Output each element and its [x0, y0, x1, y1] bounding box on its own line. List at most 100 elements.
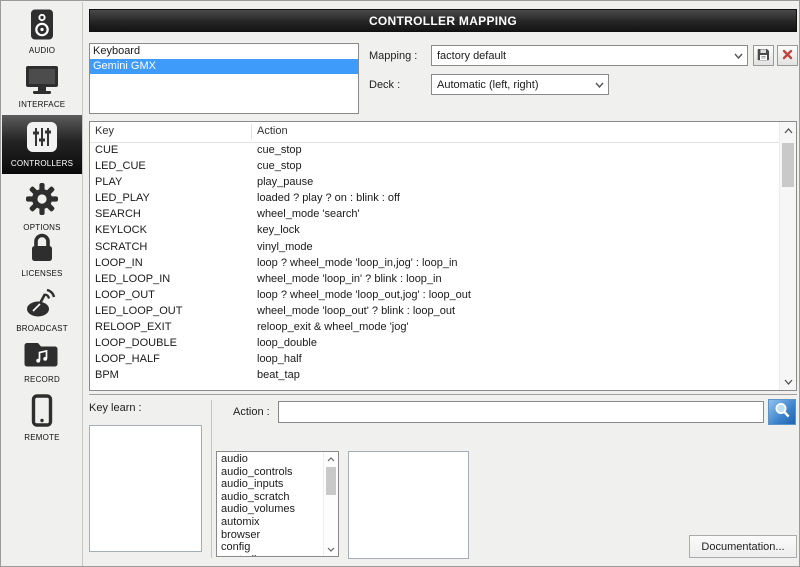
table-row[interactable]: KEYLOCKkey_lock [90, 222, 779, 238]
row-key: BPM [95, 367, 119, 383]
sidebar-item-licenses[interactable]: LICENSES [2, 233, 82, 278]
action-label: Action : [233, 406, 270, 418]
delete-mapping-button[interactable] [777, 45, 798, 66]
sidebar-item-label: RECORD [24, 375, 60, 384]
row-key: LOOP_DOUBLE [95, 335, 177, 351]
chevron-down-icon [734, 50, 743, 62]
deck-dropdown[interactable]: Automatic (left, right) [431, 74, 609, 95]
row-action: wheel_mode 'loop_in' ? blink : loop_in [257, 271, 442, 287]
action-sublist[interactable] [348, 451, 469, 559]
row-key: RELOOP_EXIT [95, 319, 171, 335]
scroll-down-icon[interactable] [780, 373, 796, 390]
scrollbar-thumb[interactable] [326, 467, 336, 495]
table-body: CUE cue_stop LED_CUE cue_stop PLAY play_pau… [90, 142, 779, 390]
row-action: loaded ? play ? on : blink : off [257, 190, 400, 206]
sidebar-item-label: REMOTE [24, 433, 59, 442]
table-row[interactable]: BPMbeat_tap [90, 367, 779, 383]
table-scrollbar[interactable] [779, 122, 796, 390]
row-key: LED_LOOP_IN [95, 271, 170, 287]
mapping-dropdown[interactable]: factory default [431, 45, 748, 66]
table-row[interactable]: LED_PLAY loaded ? play ? on : blink : off [90, 190, 779, 206]
scroll-up-icon[interactable] [780, 122, 796, 139]
sidebar-item-label: AUDIO [29, 46, 55, 55]
category-item[interactable]: audio [217, 453, 323, 466]
category-item[interactable]: config [217, 541, 323, 554]
save-mapping-button[interactable] [753, 45, 774, 66]
table-row[interactable]: SEARCHwheel_mode 'search' [90, 206, 779, 222]
sidebar-item-record[interactable]: RECORD [2, 340, 82, 384]
row-action: vinyl_mode [257, 239, 313, 255]
sidebar-item-audio[interactable]: AUDIO [2, 9, 82, 55]
key-learn-label: Key learn : [89, 402, 142, 414]
category-item[interactable]: controller [217, 554, 323, 556]
broadcast-antenna-icon [24, 286, 60, 321]
row-key: LED_CUE [95, 158, 146, 174]
table-row[interactable]: LED_CUE cue_stop [90, 158, 779, 174]
scrollbar-thumb[interactable] [782, 143, 794, 187]
settings-sidebar: AUDIO INTERFACE CONTROLLERS OPTIONS LICE [2, 2, 83, 566]
table-row[interactable]: CUE cue_stop [90, 142, 779, 158]
save-icon [757, 48, 770, 64]
table-header: Key Action [90, 122, 779, 143]
device-list: Keyboard Gemini GMX [89, 43, 359, 114]
sidebar-item-interface[interactable]: INTERFACE [2, 65, 82, 109]
delete-x-icon [782, 49, 793, 63]
column-header-key: Key [95, 125, 114, 137]
row-key: CUE [95, 142, 118, 158]
table-row[interactable]: SCRATCHvinyl_mode [90, 239, 779, 255]
row-action: cue_stop [257, 142, 302, 158]
category-scrollbar[interactable] [323, 452, 338, 556]
device-item-keyboard[interactable]: Keyboard [90, 44, 358, 59]
scroll-up-icon[interactable] [324, 452, 338, 466]
row-key: LOOP_OUT [95, 287, 155, 303]
chevron-down-icon [595, 79, 604, 91]
row-key: SEARCH [95, 206, 141, 222]
table-row[interactable]: PLAY play_pause [90, 174, 779, 190]
category-item[interactable]: automix [217, 516, 323, 529]
action-input[interactable] [278, 401, 764, 423]
category-items: audio audio_controls audio_inputs audio_… [217, 453, 323, 556]
sidebar-item-label: OPTIONS [23, 223, 60, 232]
row-action: play_pause [257, 174, 313, 190]
table-row[interactable]: LED_LOOP_IN wheel_mode 'loop_in' ? blink … [90, 271, 779, 287]
row-key: PLAY [95, 174, 122, 190]
row-key: LED_PLAY [95, 190, 150, 206]
table-row[interactable]: RELOOP_EXIT reloop_exit & wheel_mode 'jog… [90, 319, 779, 335]
search-icon [774, 402, 791, 422]
table-row[interactable]: LOOP_IN loop ? wheel_mode 'loop_in,jog' :… [90, 255, 779, 271]
category-item[interactable]: audio_inputs [217, 478, 323, 491]
row-action: key_lock [257, 222, 300, 238]
category-item[interactable]: browser [217, 529, 323, 542]
sidebar-item-remote[interactable]: REMOTE [2, 394, 82, 442]
search-action-button[interactable] [768, 399, 796, 425]
row-key: LOOP_IN [95, 255, 143, 271]
sidebar-item-broadcast[interactable]: BROADCAST [2, 286, 82, 333]
record-folder-icon [24, 340, 60, 372]
category-item[interactable]: audio_scratch [217, 491, 323, 504]
table-row[interactable]: LOOP_OUTloop ? wheel_mode 'loop_out,jog'… [90, 287, 779, 303]
mapping-table: Key Action CUE cue_stop LED_CUE cue_stop P… [89, 121, 797, 391]
key-learn-listbox[interactable] [89, 425, 202, 552]
sidebar-item-label: LICENSES [21, 269, 62, 278]
category-item[interactable]: audio_volumes [217, 503, 323, 516]
horizontal-separator [89, 394, 797, 395]
device-item-gemini-gmx[interactable]: Gemini GMX [90, 59, 358, 74]
row-key: LOOP_HALF [95, 351, 160, 367]
sidebar-item-controllers[interactable]: CONTROLLERS [2, 115, 82, 174]
documentation-button[interactable]: Documentation... [689, 535, 797, 558]
sidebar-item-label: INTERFACE [19, 100, 66, 109]
page-title: CONTROLLER MAPPING [369, 14, 517, 28]
category-item[interactable]: audio_controls [217, 466, 323, 479]
scroll-down-icon[interactable] [324, 542, 338, 556]
row-action: cue_stop [257, 158, 302, 174]
vertical-separator [211, 400, 212, 558]
column-divider [251, 124, 252, 139]
sidebar-item-options[interactable]: OPTIONS [2, 181, 82, 232]
table-row[interactable]: LOOP_HALFloop_half [90, 351, 779, 367]
documentation-button-label: Documentation... [701, 541, 784, 553]
row-action: reloop_exit & wheel_mode 'jog' [257, 319, 409, 335]
row-action: loop_double [257, 335, 317, 351]
table-row[interactable]: LOOP_DOUBLE loop_double [90, 335, 779, 351]
row-action: loop ? wheel_mode 'loop_in,jog' : loop_i… [257, 255, 458, 271]
table-row[interactable]: LED_LOOP_OUTwheel_mode 'loop_out' ? blin… [90, 303, 779, 319]
